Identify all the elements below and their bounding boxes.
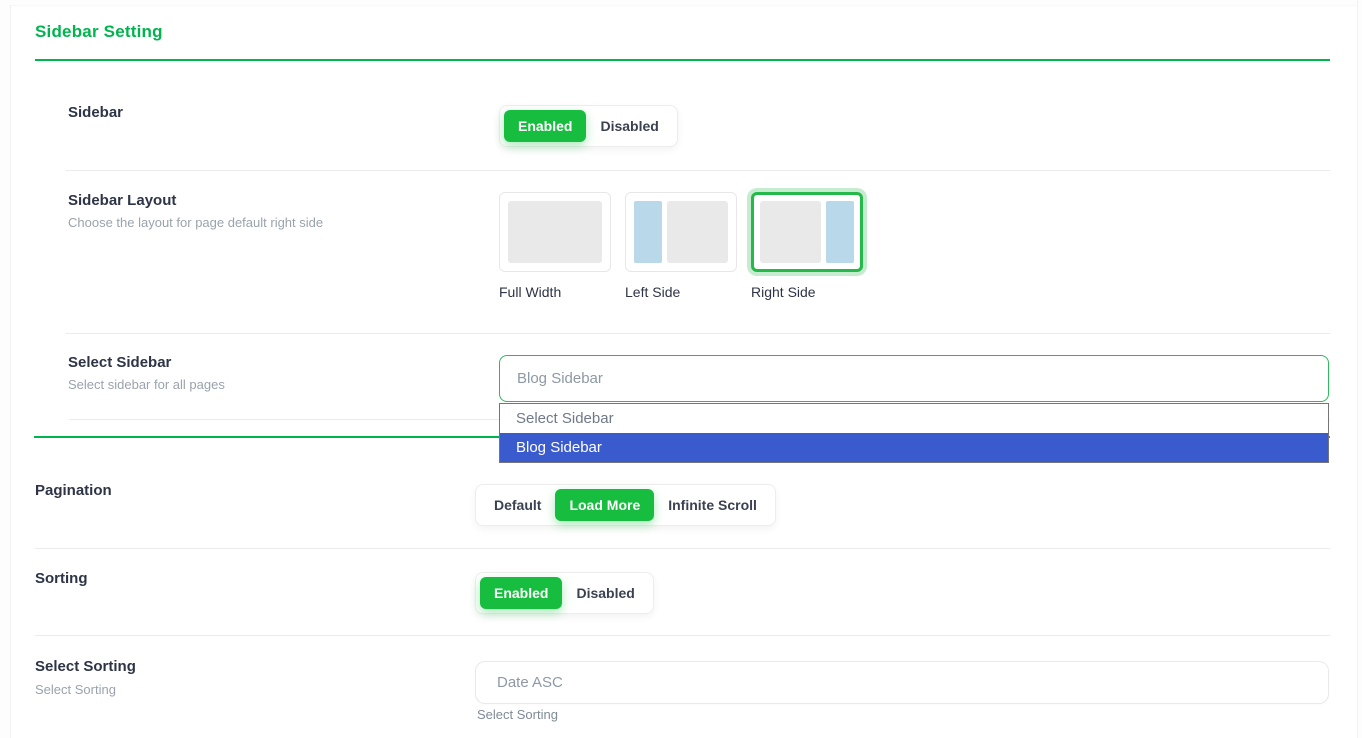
layout-option-right-side[interactable]: Right Side	[751, 192, 863, 300]
sidebar-strip-shape	[826, 201, 854, 263]
row-divider	[65, 170, 1330, 171]
layout-option-left-side[interactable]: Left Side	[625, 192, 737, 300]
select-sidebar-dropdown[interactable]: Blog Sidebar	[499, 355, 1329, 402]
select-sorting-dropdown[interactable]: Date ASC	[475, 661, 1329, 704]
page-title: Sidebar Setting	[35, 22, 163, 42]
pagination-toggle-group: Default Load More Infinite Scroll	[475, 484, 776, 526]
sidebar-strip-shape	[634, 201, 662, 263]
select-sorting-row-description: Select Sorting	[35, 682, 116, 697]
sidebar-layout-row-description: Choose the layout for page default right…	[68, 215, 323, 230]
sidebar-disabled-button[interactable]: Disabled	[586, 110, 672, 142]
select-sorting-current-value: Date ASC	[497, 674, 563, 691]
row-divider	[35, 635, 1330, 636]
card-right-border	[1357, 0, 1358, 738]
pagination-row-label: Pagination	[35, 482, 112, 499]
pagination-infinite-scroll-button[interactable]: Infinite Scroll	[654, 489, 771, 521]
dropdown-option-select-sidebar[interactable]: Select Sidebar	[500, 404, 1328, 433]
dropdown-option-blog-sidebar[interactable]: Blog Sidebar	[500, 433, 1328, 462]
sidebar-enabled-button[interactable]: Enabled	[504, 110, 586, 142]
select-sidebar-row-description: Select sidebar for all pages	[68, 377, 225, 392]
layout-option-label: Right Side	[751, 284, 863, 300]
select-sidebar-current-value: Blog Sidebar	[517, 370, 603, 387]
layout-option-label: Full Width	[499, 284, 611, 300]
sidebar-toggle-group: Enabled Disabled	[499, 105, 678, 147]
select-sidebar-options-list: Select Sidebar Blog Sidebar	[499, 403, 1329, 463]
layout-thumbnail-left-side[interactable]	[625, 192, 737, 272]
sidebar-layout-row-label: Sidebar Layout	[68, 192, 176, 209]
layout-thumbnail-right-side-selected[interactable]	[751, 192, 863, 272]
title-underline	[35, 59, 1330, 61]
select-sidebar-row-label: Select Sidebar	[68, 354, 171, 371]
row-divider	[35, 548, 1330, 549]
pagination-load-more-button[interactable]: Load More	[555, 489, 654, 521]
layout-option-label: Left Side	[625, 284, 737, 300]
select-sorting-row-label: Select Sorting	[35, 658, 136, 675]
sidebar-row-label: Sidebar	[68, 104, 123, 121]
pagination-default-button[interactable]: Default	[480, 489, 555, 521]
sorting-row-label: Sorting	[35, 570, 88, 587]
sorting-toggle-group: Enabled Disabled	[475, 572, 654, 614]
sidebar-settings-page: Sidebar Setting Sidebar Enabled Disabled…	[0, 0, 1362, 738]
layout-thumbnail-full-width[interactable]	[499, 192, 611, 272]
content-area-shape	[667, 201, 728, 263]
content-area-shape	[508, 201, 602, 263]
sorting-disabled-button[interactable]: Disabled	[562, 577, 648, 609]
row-divider	[65, 333, 1330, 334]
content-area-shape	[760, 201, 821, 263]
layout-options: Full Width Left Side Right Side	[499, 192, 863, 300]
layout-option-full-width[interactable]: Full Width	[499, 192, 611, 300]
card-left-border	[10, 5, 11, 738]
card-top-border	[10, 5, 1358, 6]
select-sorting-helper-text: Select Sorting	[477, 707, 558, 722]
sorting-enabled-button[interactable]: Enabled	[480, 577, 562, 609]
